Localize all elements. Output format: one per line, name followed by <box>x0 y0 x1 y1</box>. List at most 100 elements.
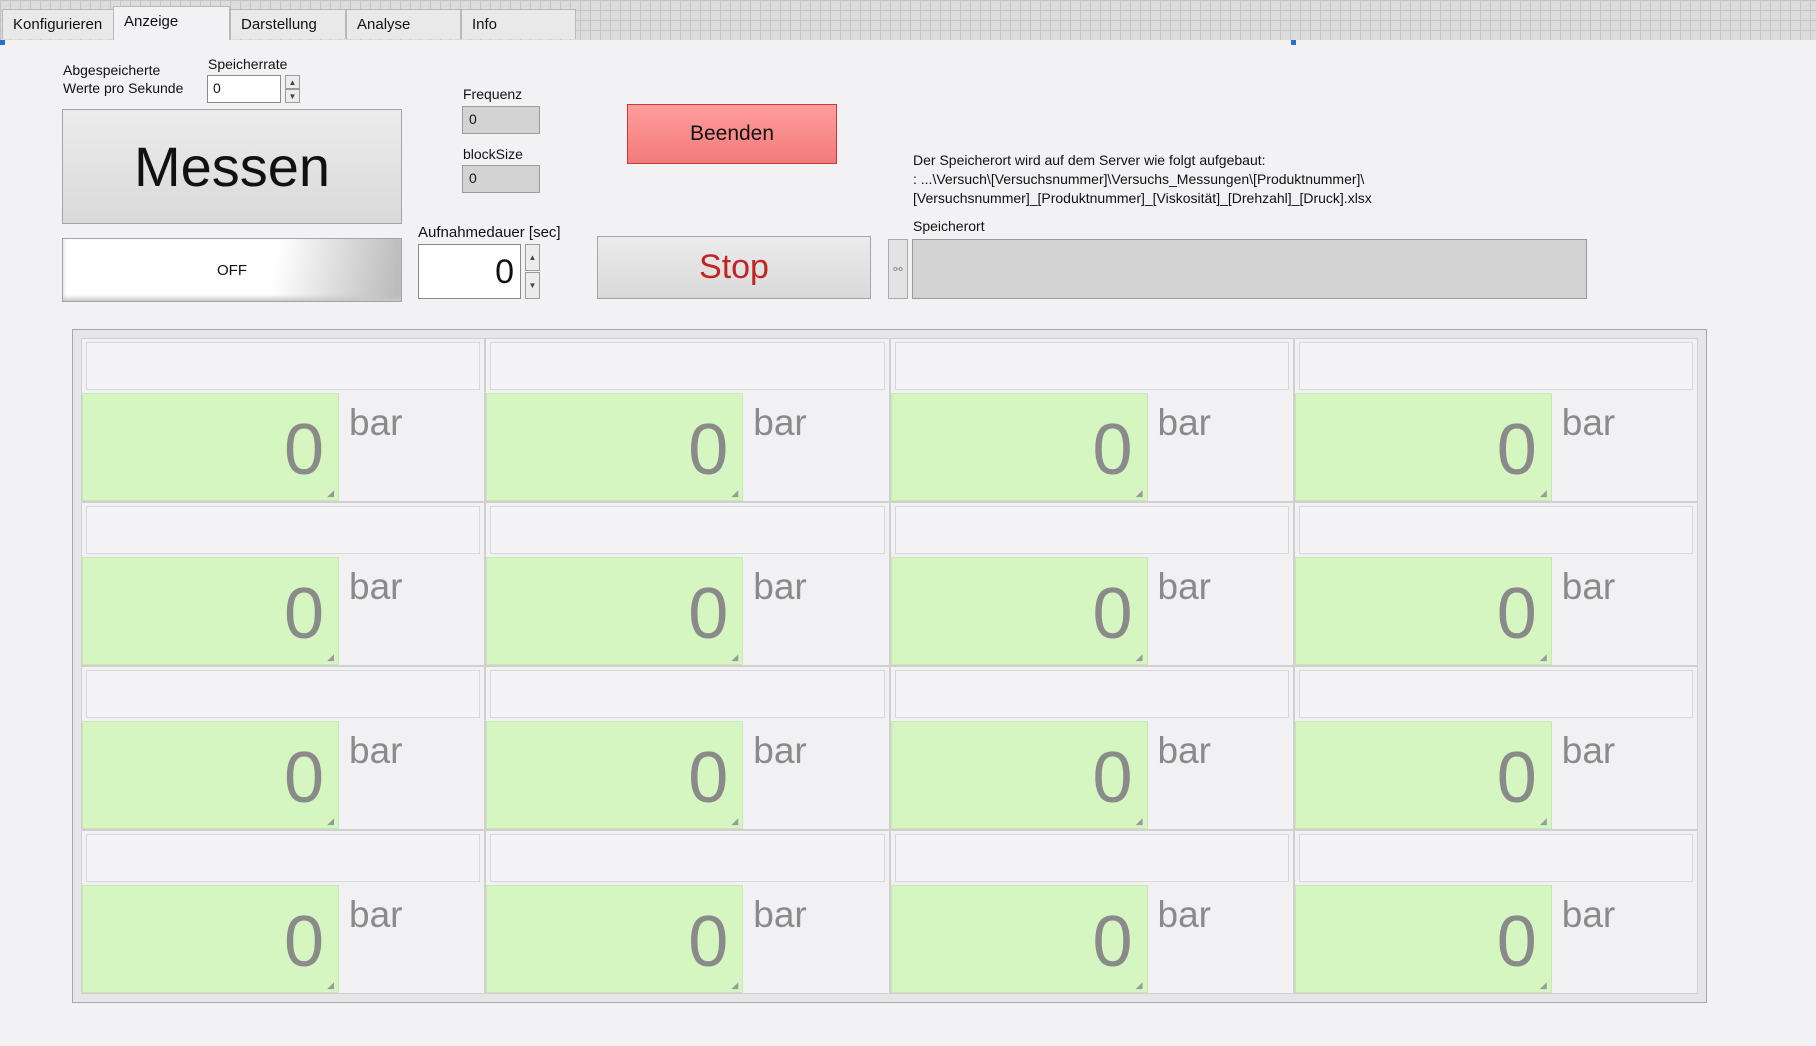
gauge-label <box>86 670 481 718</box>
resize-icon: ◢ <box>1135 652 1143 662</box>
gauge-label <box>894 506 1289 554</box>
gauge-value-text: 0 <box>1092 574 1133 654</box>
gauge-cell: 0 ◢ bar <box>889 338 1294 502</box>
tab-bar: Konfigurieren Anzeige Darstellung Analys… <box>0 0 1816 40</box>
resize-icon: ◢ <box>731 652 739 662</box>
gauge-cell: 0 ◢ bar <box>485 502 890 666</box>
gauge-value[interactable]: 0 ◢ <box>1294 885 1552 993</box>
frequenz-indicator: 0 <box>462 106 540 134</box>
gauge-value[interactable]: 0 ◢ <box>1294 393 1552 501</box>
gauge-unit: bar <box>1561 402 1616 443</box>
aufnahmedauer-label: Aufnahmedauer [sec] <box>418 224 561 241</box>
gauge-cell: 0 ◢ bar <box>1293 338 1698 502</box>
gauge-unit: bar <box>753 566 807 607</box>
speicherrate-decrement-button[interactable]: ▼ <box>285 89 300 103</box>
speicherort-path-field[interactable] <box>912 239 1587 299</box>
gauge-value-text: 0 <box>688 410 729 490</box>
browse-button[interactable]: ⚯ <box>888 239 908 299</box>
tab-anzeige[interactable]: Anzeige <box>113 6 230 40</box>
tab-darstellung[interactable]: Darstellung <box>230 9 346 39</box>
aufnahmedauer-decrement-button[interactable]: ▼ <box>525 272 540 299</box>
gauge-cell: 0 ◢ bar <box>1293 502 1698 666</box>
speicherort-info: Der Speicherort wird auf dem Server wie … <box>913 151 1372 208</box>
gauge-cell: 0 ◢ bar <box>81 830 486 994</box>
blocksize-label: blockSize <box>463 146 523 162</box>
chevron-down-icon: ▼ <box>528 281 537 290</box>
gauge-grid: 0 ◢ bar 0 ◢ bar 0 ◢ bar 0 ◢ bar 0 ◢ bar … <box>81 338 1698 994</box>
gauge-unit: bar <box>349 730 403 771</box>
speicherrate-label: Speicherrate <box>208 56 288 72</box>
gauge-cell: 0 ◢ bar <box>81 338 486 502</box>
gauge-label <box>86 834 481 882</box>
beenden-button[interactable]: Beenden <box>627 104 837 164</box>
speicherrate-input[interactable]: 0 <box>207 75 281 103</box>
selection-handle-right <box>1291 40 1296 45</box>
gauge-label <box>86 506 481 554</box>
resize-icon: ◢ <box>1135 488 1143 498</box>
resize-icon: ◢ <box>1135 816 1143 826</box>
resize-icon: ◢ <box>327 652 334 662</box>
aufnahmedauer-increment-button[interactable]: ▲ <box>525 244 540 271</box>
gauge-value-text: 0 <box>1092 410 1133 490</box>
folder-browse-icon: ⚯ <box>893 263 903 276</box>
gauge-value[interactable]: 0 ◢ <box>486 557 744 665</box>
chevron-up-icon: ▲ <box>528 253 537 262</box>
messen-button[interactable]: Messen <box>62 109 402 224</box>
gauge-cell: 0 ◢ bar <box>889 502 1294 666</box>
gauge-value-text: 0 <box>688 902 729 982</box>
saved-values-label-line2: Werte pro Sekunde <box>63 80 184 96</box>
gauge-cell: 0 ◢ bar <box>81 666 486 830</box>
gauge-value-text: 0 <box>283 574 324 654</box>
gauge-value-text: 0 <box>283 410 324 490</box>
gauge-label <box>490 342 885 390</box>
gauge-value[interactable]: 0 ◢ <box>486 721 744 829</box>
gauge-value[interactable]: 0 ◢ <box>82 721 339 829</box>
gauge-value-text: 0 <box>1496 574 1537 654</box>
gauge-value[interactable]: 0 ◢ <box>82 885 339 993</box>
gauge-cell: 0 ◢ bar <box>1293 830 1698 994</box>
gauge-unit: bar <box>349 566 403 607</box>
gauge-unit: bar <box>753 402 807 443</box>
gauge-value[interactable]: 0 ◢ <box>486 885 744 993</box>
gauge-cell: 0 ◢ bar <box>889 666 1294 830</box>
gauge-value-text: 0 <box>1496 738 1537 818</box>
resize-icon: ◢ <box>731 816 739 826</box>
gauge-cell: 0 ◢ bar <box>485 338 890 502</box>
off-toggle[interactable]: OFF <box>62 238 402 302</box>
gauge-unit: bar <box>349 894 403 935</box>
speicherort-info-line2: : ...\Versuch\[Versuchsnummer]\Versuchs_… <box>913 171 1365 187</box>
saved-values-label-line1: Abgespeicherte <box>63 62 161 78</box>
gauge-value-text: 0 <box>1092 902 1133 982</box>
aufnahmedauer-input[interactable]: 0 <box>418 244 521 299</box>
resize-icon: ◢ <box>1539 980 1547 990</box>
gauge-value[interactable]: 0 ◢ <box>890 721 1148 829</box>
gauge-value[interactable]: 0 ◢ <box>82 557 339 665</box>
gauge-value[interactable]: 0 ◢ <box>1294 557 1552 665</box>
resize-icon: ◢ <box>1539 816 1547 826</box>
gauge-value[interactable]: 0 ◢ <box>486 393 744 501</box>
gauge-value-text: 0 <box>688 574 729 654</box>
resize-icon: ◢ <box>731 488 739 498</box>
selection-handle-left <box>0 40 5 45</box>
gauge-unit: bar <box>753 730 807 771</box>
resize-icon: ◢ <box>1539 488 1547 498</box>
tab-info[interactable]: Info <box>461 9 576 39</box>
stop-button[interactable]: Stop <box>597 236 871 299</box>
gauge-label <box>490 506 885 554</box>
gauge-value[interactable]: 0 ◢ <box>890 885 1148 993</box>
gauge-unit: bar <box>1561 730 1616 771</box>
gauge-value[interactable]: 0 ◢ <box>1294 721 1552 829</box>
speicherrate-increment-button[interactable]: ▲ <box>285 75 300 89</box>
gauge-value-text: 0 <box>283 738 324 818</box>
tab-analyse[interactable]: Analyse <box>346 9 461 39</box>
gauge-value-text: 0 <box>1496 410 1537 490</box>
gauge-label <box>894 834 1289 882</box>
speicherort-info-line3: [Versuchsnummer]_[Produktnummer]_[Viskos… <box>913 190 1372 206</box>
tab-konfigurieren[interactable]: Konfigurieren <box>2 9 114 39</box>
gauge-unit: bar <box>753 894 807 935</box>
gauge-value[interactable]: 0 ◢ <box>890 393 1148 501</box>
chevron-up-icon: ▲ <box>288 77 297 87</box>
gauge-value[interactable]: 0 ◢ <box>82 393 339 501</box>
gauge-value[interactable]: 0 ◢ <box>890 557 1148 665</box>
gauge-label <box>894 342 1289 390</box>
